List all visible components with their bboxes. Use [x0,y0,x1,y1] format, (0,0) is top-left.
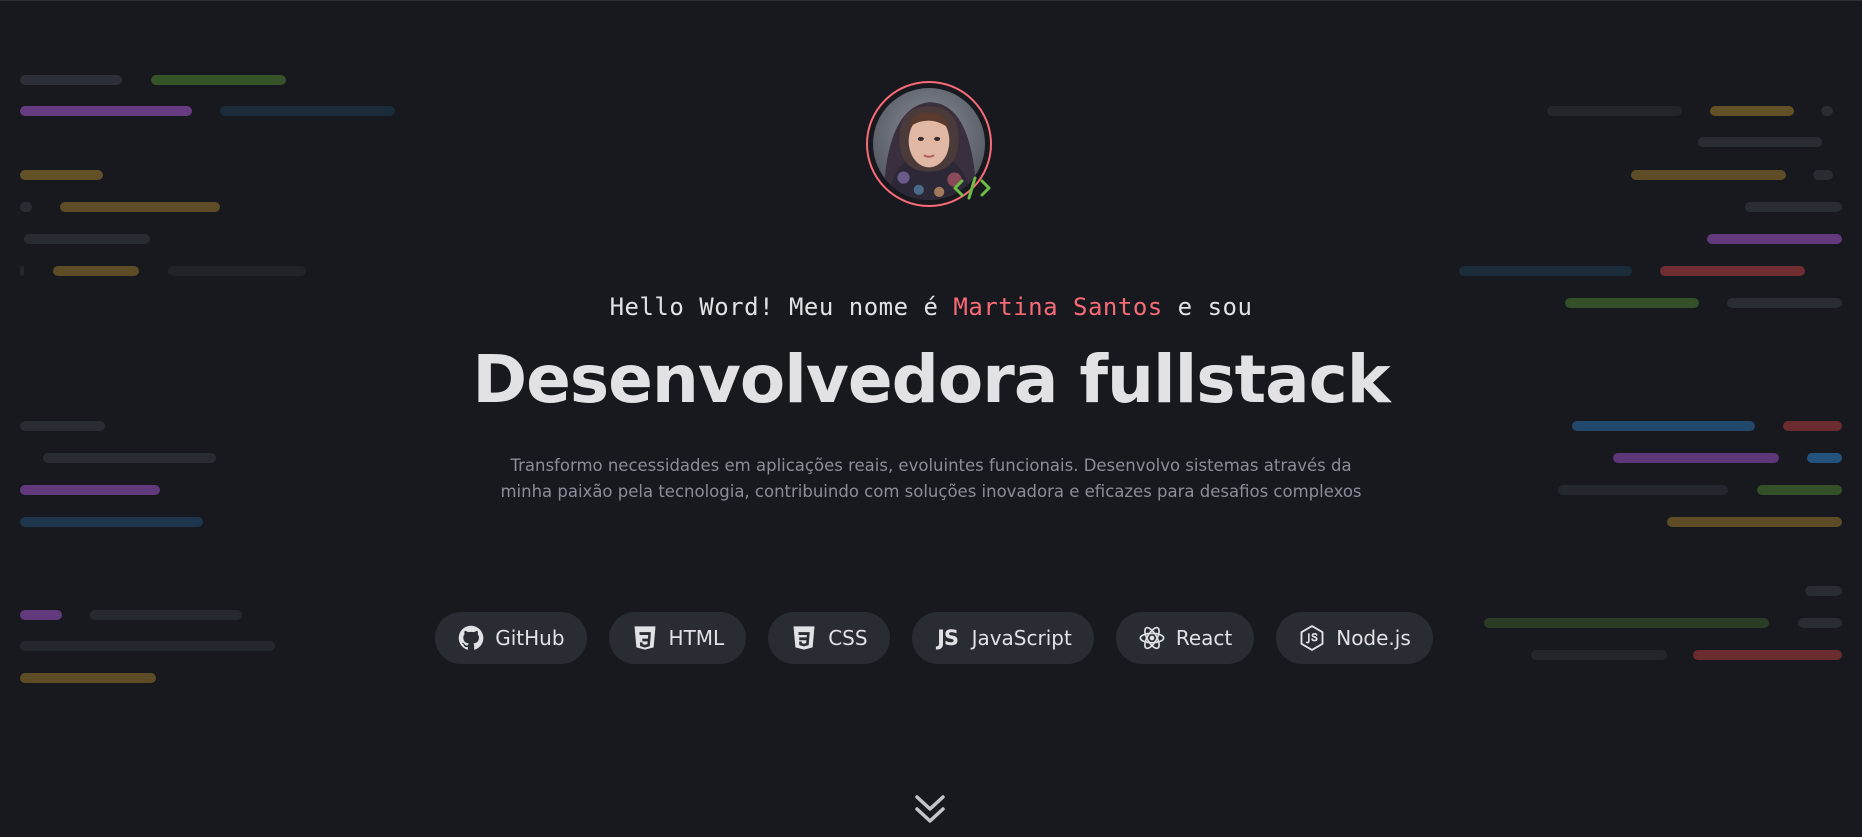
decorative-code-line [1558,485,1728,495]
page-title: Desenvolvedora fullstack [472,341,1390,418]
decorative-code-line [1745,202,1842,212]
decorative-code-line [1631,170,1786,180]
decorative-code-line [20,266,24,276]
decorative-code-line [1807,453,1842,463]
description-line-1: Transformo necessidades em aplicações re… [510,456,1352,475]
decorative-code-line [24,234,150,244]
intro-prefix: Hello Word! Meu nome é [609,293,954,321]
decorative-code-line [20,75,122,85]
hero-description: Transformo necessidades em aplicações re… [461,453,1401,505]
decorative-code-line [1613,453,1779,463]
tech-chip-javascript[interactable]: JS JavaScript [911,612,1094,664]
tech-chip-label: Node.js [1336,626,1411,650]
react-icon [1138,624,1166,652]
tech-chip-css[interactable]: CSS [768,612,890,664]
github-icon [457,624,485,652]
intro-text: Hello Word! Meu nome é Martina Santos e … [0,293,1862,321]
html5-icon [631,624,659,652]
decorative-code-line [20,517,203,527]
decorative-code-lines-left [0,1,420,837]
decorative-code-line [20,106,192,116]
decorative-code-line [1821,106,1833,116]
decorative-code-line [60,202,220,212]
decorative-code-line [53,266,139,276]
decorative-code-line [20,170,103,180]
description-line-2: minha paixão pela tecnologia, contribuin… [500,482,1362,501]
decorative-code-line [168,266,306,276]
decorative-code-line [1459,266,1632,276]
decorative-code-line [20,421,105,431]
decorative-code-lines-right [1442,1,1862,837]
tech-chip-github[interactable]: GitHub [435,612,587,664]
nodejs-icon [1298,624,1326,652]
technology-list: GitHub HTML CSS JS JavaScript React Node… [0,612,1862,664]
css3-icon [790,624,818,652]
decorative-code-line [43,453,216,463]
tech-chip-label: HTML [668,626,725,650]
decorative-code-line [151,75,286,85]
decorative-code-line [20,202,32,212]
tech-chip-label: JavaScript [971,626,1072,650]
decorative-code-line [1783,421,1842,431]
tech-chip-nodejs[interactable]: Node.js [1276,612,1433,664]
decorative-code-line [1710,106,1794,116]
decorative-code-line [1698,137,1822,147]
code-tag-icon [952,173,992,203]
profile-picture [866,81,992,207]
tech-chip-label: GitHub [495,626,565,650]
double-chevron-down-icon[interactable] [911,792,949,828]
decorative-code-line [1813,170,1833,180]
decorative-code-line [1547,106,1682,116]
tech-chip-label: React [1175,626,1233,650]
decorative-code-line [20,485,160,495]
decorative-code-line [1707,234,1842,244]
tech-chip-html[interactable]: HTML [608,612,747,664]
decorative-code-line [1805,586,1842,596]
intro-suffix: e sou [1162,293,1253,321]
decorative-code-line [1660,266,1805,276]
javascript-icon: JS [937,626,959,650]
decorative-code-line [220,106,395,116]
tech-chip-label: CSS [828,626,868,650]
tech-chip-react[interactable]: React [1115,612,1255,664]
developer-name: Martina Santos [953,293,1163,321]
decorative-code-line [1572,421,1755,431]
decorative-code-line [1667,517,1842,527]
decorative-code-line [20,673,156,683]
decorative-code-line [1757,485,1842,495]
